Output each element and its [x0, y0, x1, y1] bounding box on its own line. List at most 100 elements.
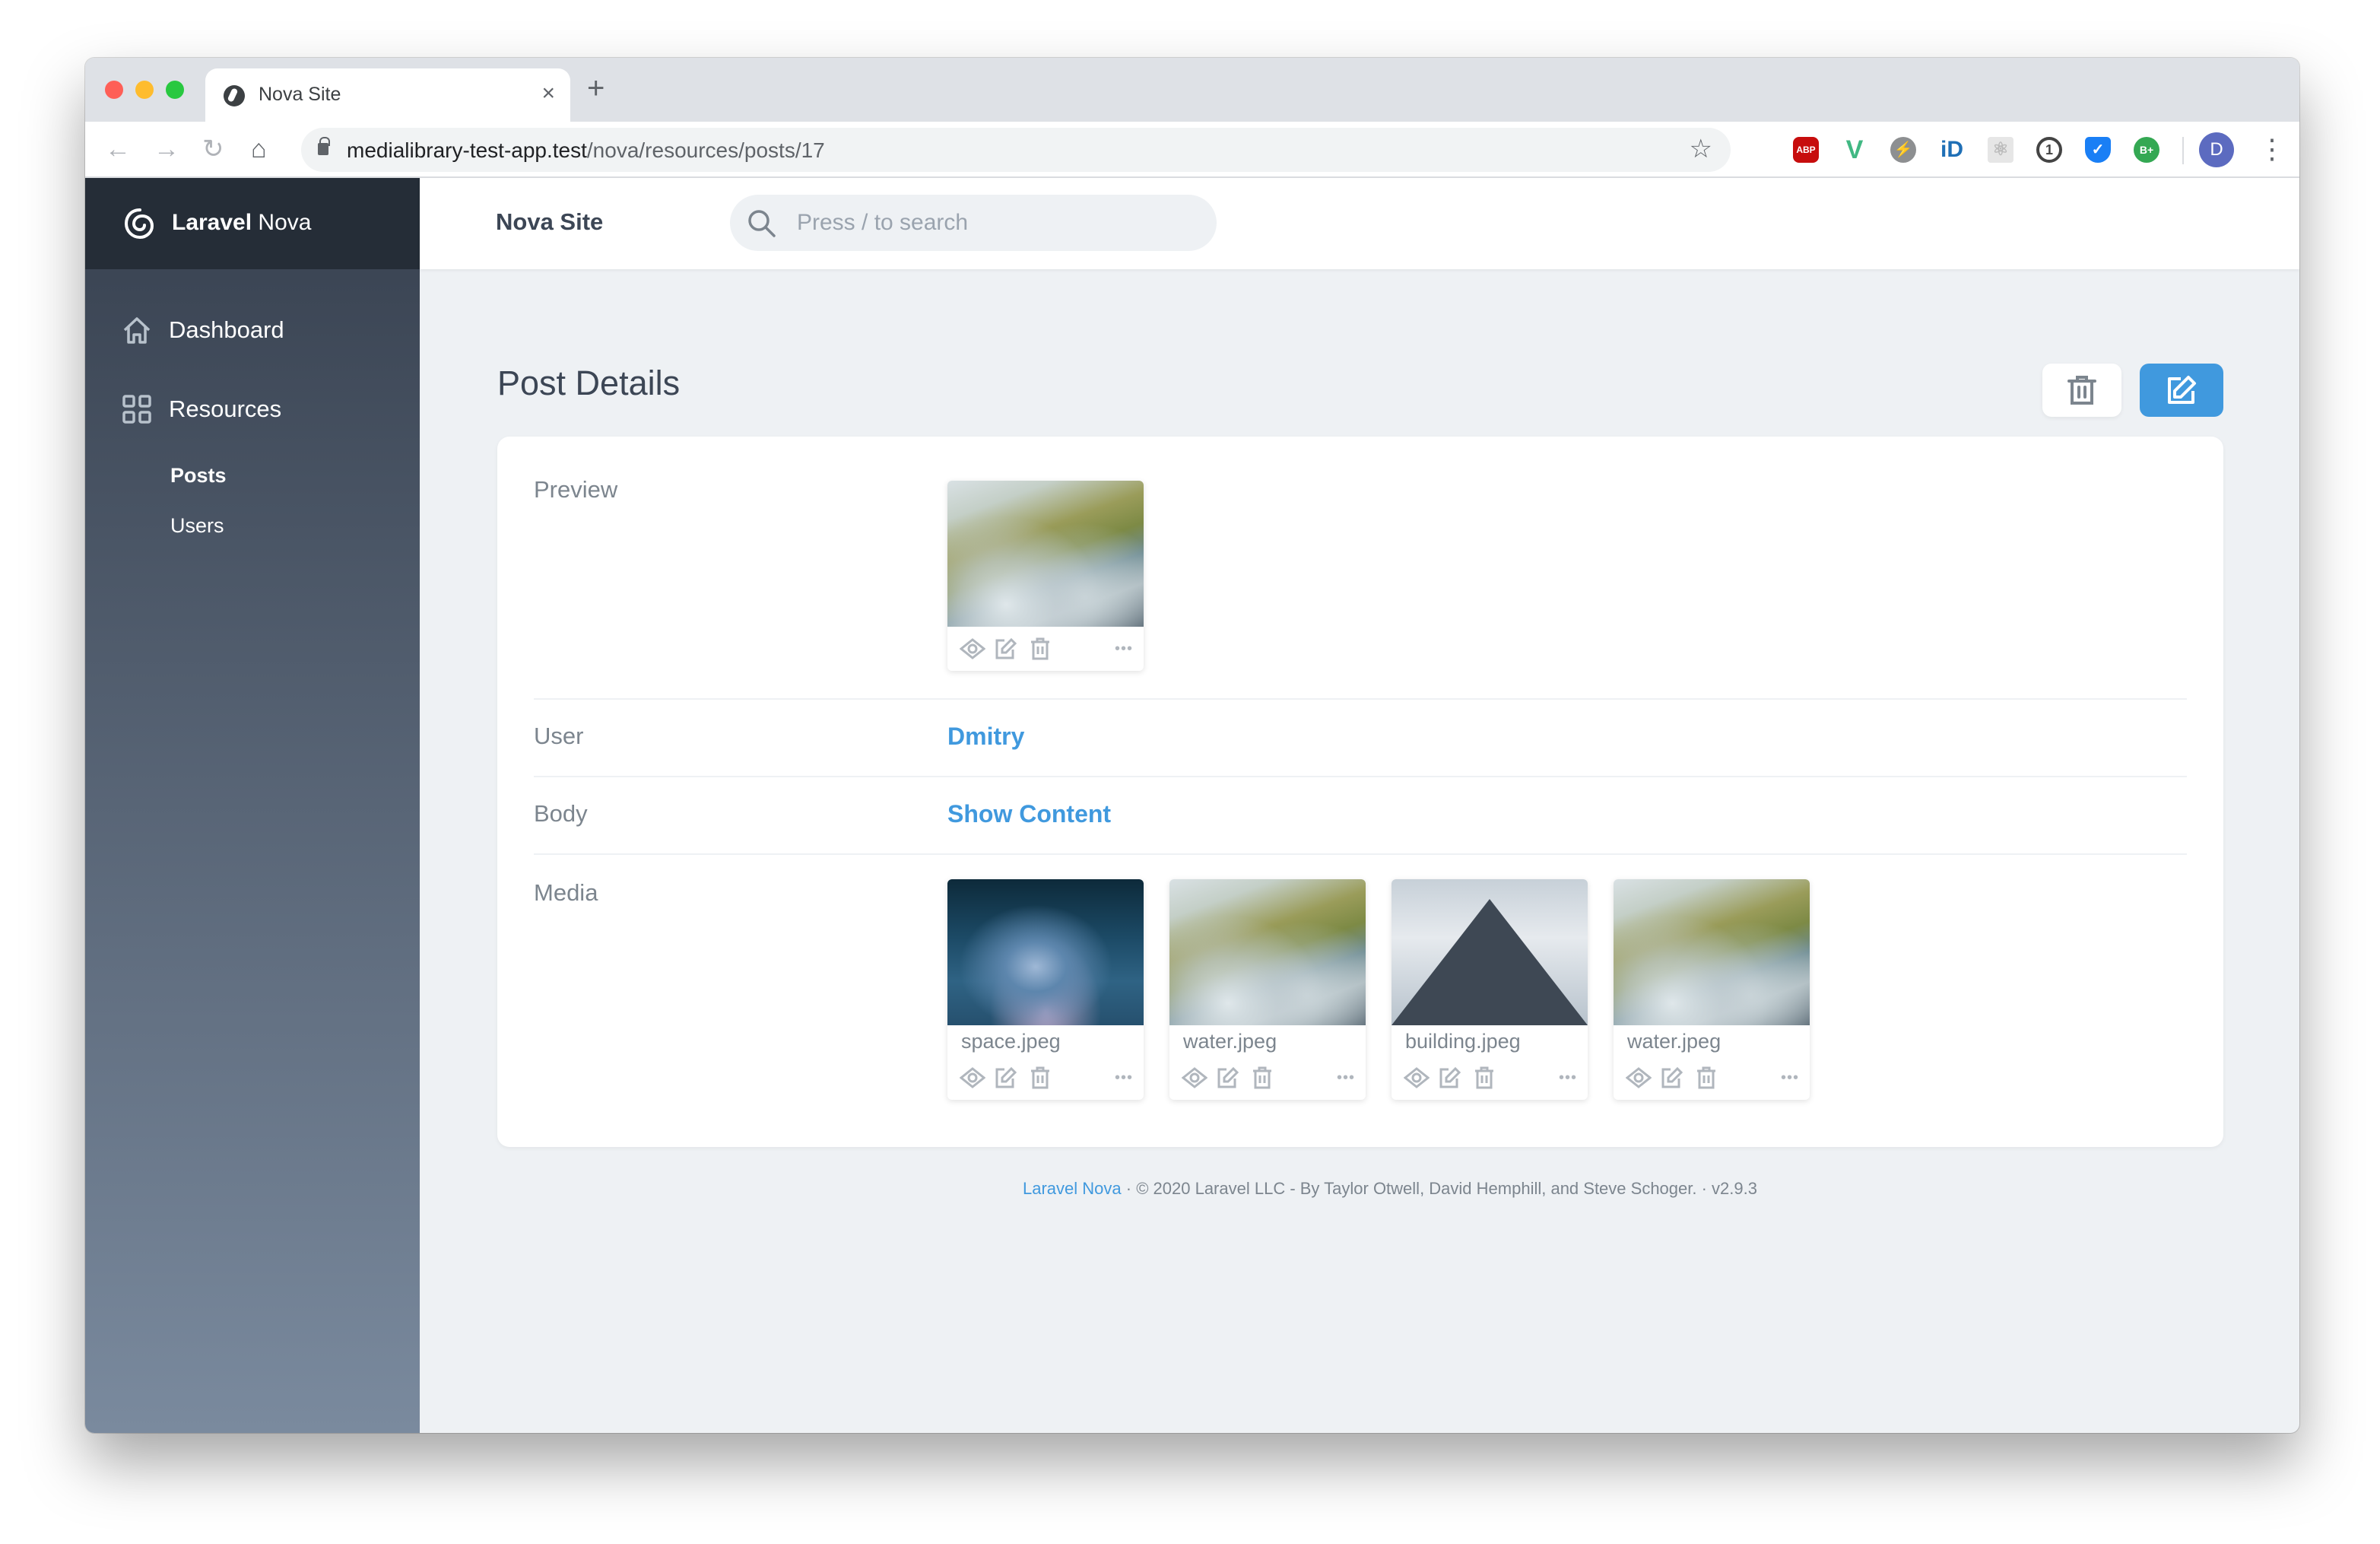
trash-icon[interactable] — [1030, 637, 1051, 660]
field-label: Preview — [534, 476, 618, 503]
url-text[interactable]: medialibrary-test-app.test/nova/resource… — [347, 138, 825, 163]
maximize-window-button[interactable] — [166, 81, 184, 99]
sidebar-item-dashboard[interactable]: Dashboard — [122, 315, 284, 345]
browser-menu-icon[interactable]: ⋮ — [2258, 129, 2286, 169]
media-actions: ••• — [1614, 1056, 1810, 1100]
eye-icon[interactable] — [1182, 1066, 1207, 1089]
minimize-window-button[interactable] — [135, 81, 154, 99]
search-placeholder: Press / to search — [797, 210, 969, 235]
grid-icon — [122, 395, 151, 424]
footer: Laravel Nova · © 2020 Laravel LLC - By T… — [420, 1179, 2299, 1199]
brand-name: Laravel Nova — [172, 210, 311, 236]
trash-icon — [2067, 376, 2096, 405]
site-name[interactable]: Nova Site — [496, 208, 603, 236]
field-row-body: Body Show Content — [534, 777, 2187, 855]
sidebar-item-users[interactable]: Users — [170, 514, 224, 538]
media-thumbnail[interactable] — [1614, 879, 1810, 1025]
media-card: building.jpeg ••• — [1392, 879, 1588, 1100]
media-thumbnail[interactable] — [1392, 879, 1588, 1025]
home-icon — [123, 317, 151, 344]
url-path: /nova/resources/posts/17 — [586, 138, 825, 162]
bookmark-star-icon[interactable]: ☆ — [1690, 134, 1712, 164]
media-actions: ••• — [1169, 1056, 1366, 1100]
edit-icon[interactable] — [1661, 1066, 1683, 1089]
user-link[interactable]: Dmitry — [947, 723, 1024, 751]
globe-icon — [224, 85, 245, 106]
media-filename: water.jpeg — [1183, 1030, 1277, 1053]
edit-icon[interactable] — [995, 637, 1017, 660]
media-card: space.jpeg ••• — [947, 879, 1144, 1100]
more-options-icon[interactable]: ••• — [1781, 1069, 1799, 1087]
field-row-preview: Preview ••• — [534, 437, 2187, 700]
preview-media-card: ••• — [947, 481, 1144, 671]
id-extension-icon[interactable]: iD — [1939, 137, 1965, 163]
trash-icon[interactable] — [1252, 1066, 1273, 1089]
close-tab-icon[interactable]: × — [541, 81, 555, 106]
reload-icon[interactable]: ↻ — [202, 132, 224, 166]
eye-icon[interactable] — [960, 1066, 985, 1089]
media-thumbnail[interactable] — [947, 879, 1144, 1025]
media-filename: space.jpeg — [961, 1030, 1061, 1053]
home-icon[interactable]: ⌂ — [251, 132, 267, 166]
preview-image[interactable] — [947, 481, 1144, 627]
trash-icon[interactable] — [1474, 1066, 1495, 1089]
edit-icon[interactable] — [1217, 1066, 1239, 1089]
field-label: Media — [534, 879, 598, 906]
close-window-button[interactable] — [105, 81, 123, 99]
shield-extension-icon[interactable]: ✓ — [2085, 137, 2111, 163]
browser-window: Nova Site × + ← → ↻ ⌂ medialibrary-test-… — [85, 58, 2299, 1433]
eye-icon[interactable] — [960, 637, 985, 660]
delete-resource-button[interactable] — [2042, 364, 2121, 417]
address-bar[interactable]: medialibrary-test-app.test/nova/resource… — [301, 128, 1731, 172]
edit-icon[interactable] — [995, 1066, 1017, 1089]
tab-strip: Nova Site × + — [85, 58, 2299, 122]
page-title: Post Details — [497, 364, 681, 402]
trash-icon[interactable] — [1696, 1066, 1717, 1089]
react-devtools-extension-icon[interactable]: ⚛ — [1988, 137, 2013, 163]
more-options-icon[interactable]: ••• — [1115, 1069, 1133, 1087]
sidebar-item-resources[interactable]: Resources — [122, 394, 281, 424]
adblock-extension-icon[interactable]: ABP — [1793, 137, 1819, 163]
field-label: Body — [534, 800, 588, 827]
bplus-extension-icon[interactable]: B+ — [2134, 137, 2159, 163]
main-content: Post Details Preview ••• User Dmitry Bod… — [420, 269, 2299, 1433]
edit-resource-button[interactable] — [2140, 364, 2223, 417]
footer-separator: · — [1696, 1179, 1712, 1198]
media-actions: ••• — [1392, 1056, 1588, 1100]
brand-name-bold: Laravel — [172, 210, 252, 235]
nova-logo-icon — [124, 208, 154, 240]
media-actions: ••• — [947, 1056, 1144, 1100]
back-arrow-icon[interactable]: ← — [105, 132, 131, 166]
footer-nova-link[interactable]: Laravel Nova — [1023, 1179, 1122, 1198]
footer-separator: · — [1121, 1179, 1137, 1198]
1password-extension-icon[interactable]: 1 — [2036, 137, 2062, 163]
browser-tab[interactable]: Nova Site × — [205, 68, 570, 122]
vue-devtools-extension-icon[interactable]: V — [1842, 137, 1868, 163]
forward-arrow-icon[interactable]: → — [154, 132, 179, 166]
lightning-extension-icon[interactable]: ⚡ — [1890, 137, 1916, 163]
brand[interactable]: Laravel Nova — [85, 178, 420, 269]
search-icon — [748, 210, 776, 237]
media-filename: building.jpeg — [1405, 1030, 1521, 1053]
trash-icon[interactable] — [1030, 1066, 1051, 1089]
eye-icon[interactable] — [1404, 1066, 1430, 1089]
sidebar-item-label: Resources — [169, 396, 282, 422]
sidebar-item-posts[interactable]: Posts — [170, 464, 227, 488]
show-content-link[interactable]: Show Content — [947, 800, 1111, 828]
more-options-icon[interactable]: ••• — [1337, 1069, 1355, 1087]
sidebar-item-label: Dashboard — [169, 316, 284, 343]
media-filename: water.jpeg — [1627, 1030, 1722, 1053]
nova-app: Laravel Nova Dashboard Resources Posts U… — [85, 178, 2299, 1433]
global-search-input[interactable]: Press / to search — [730, 195, 1217, 251]
media-thumbnail[interactable] — [1169, 879, 1366, 1025]
toolbar-divider — [2182, 137, 2184, 164]
field-row-user: User Dmitry — [534, 700, 2187, 777]
more-options-icon[interactable]: ••• — [1115, 640, 1133, 658]
url-host: medialibrary-test-app.test — [347, 138, 587, 162]
edit-icon[interactable] — [1439, 1066, 1461, 1089]
profile-avatar[interactable]: D — [2199, 132, 2234, 167]
new-tab-button[interactable]: + — [587, 73, 605, 103]
edit-icon — [2168, 376, 2196, 404]
more-options-icon[interactable]: ••• — [1559, 1069, 1577, 1087]
eye-icon[interactable] — [1626, 1066, 1652, 1089]
